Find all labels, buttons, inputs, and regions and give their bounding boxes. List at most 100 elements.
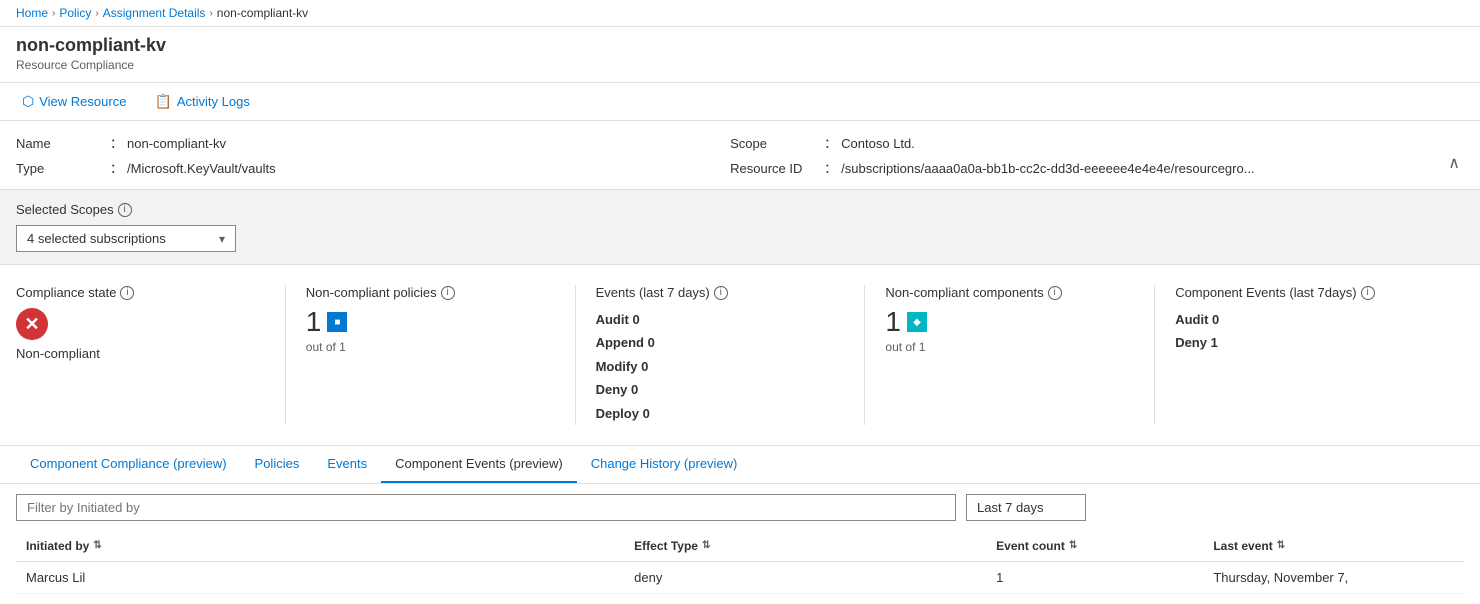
breadcrumb-policy[interactable]: Policy bbox=[59, 6, 91, 20]
events-deny-value: 0 bbox=[631, 382, 638, 397]
stat-events: Events (last 7 days) i Audit 0 Append 0 … bbox=[596, 285, 866, 425]
activity-logs-icon: 📋 bbox=[154, 93, 171, 110]
component-events-list: Audit 0 Deny 1 bbox=[1175, 308, 1424, 355]
compliance-state-label-text: Compliance state bbox=[16, 285, 116, 300]
non-compliant-policies-label: Non-compliant policies i bbox=[306, 285, 555, 300]
table-section: Last 7 days Initiated by ⇅ Effect Type ⇅ bbox=[0, 484, 1480, 594]
stat-component-events: Component Events (last 7days) i Audit 0 … bbox=[1175, 285, 1444, 425]
component-events-audit-row: Audit 0 bbox=[1175, 308, 1424, 331]
events-append-label: Append bbox=[596, 335, 644, 350]
events-append-row: Append 0 bbox=[596, 331, 845, 354]
tab-events[interactable]: Events bbox=[313, 446, 381, 483]
page-header: non-compliant-kv Resource Compliance bbox=[0, 27, 1480, 83]
chevron-down-icon: ▾ bbox=[219, 232, 225, 246]
filter-input[interactable] bbox=[16, 494, 956, 521]
non-compliant-components-value: 1 ◆ bbox=[885, 308, 1134, 336]
sort-icon-effect: ⇅ bbox=[702, 540, 710, 551]
info-type-row: Type ： /Microsoft.KeyVault/vaults bbox=[16, 158, 690, 177]
info-type-label: Type bbox=[16, 161, 106, 176]
non-compliant-policies-info-icon[interactable]: i bbox=[441, 286, 455, 300]
info-name-row: Name ： non-compliant-kv bbox=[16, 133, 690, 152]
info-scope-label: Scope bbox=[730, 136, 820, 151]
non-compliant-policies-value: 1 ■ bbox=[306, 308, 555, 336]
non-compliant-policies-sub: out of 1 bbox=[306, 340, 555, 354]
page-subtitle: Resource Compliance bbox=[16, 58, 1464, 72]
component-events-deny-row: Deny 1 bbox=[1175, 331, 1424, 354]
compliance-state-info-icon[interactable]: i bbox=[120, 286, 134, 300]
scopes-dropdown[interactable]: 4 selected subscriptions ▾ bbox=[16, 225, 236, 252]
events-deploy-value: 0 bbox=[643, 406, 650, 421]
col-header-count[interactable]: Event count ⇅ bbox=[986, 531, 1203, 562]
view-resource-button[interactable]: ⬡ View Resource bbox=[16, 89, 132, 114]
breadcrumb-sep-2: › bbox=[95, 8, 98, 19]
cell-effect: deny bbox=[624, 561, 986, 593]
breadcrumb-home[interactable]: Home bbox=[16, 6, 48, 20]
sort-icon-last: ⇅ bbox=[1277, 540, 1285, 551]
events-label-text: Events (last 7 days) bbox=[596, 285, 710, 300]
info-resource-id-row: Resource ID ： /subscriptions/aaaa0a0a-bb… bbox=[730, 158, 1404, 177]
events-deploy-label: Deploy bbox=[596, 406, 639, 421]
table-row[interactable]: Marcus Lil deny 1 Thursday, November 7, bbox=[16, 561, 1464, 593]
stat-non-compliant-policies: Non-compliant policies i 1 ■ out of 1 bbox=[306, 285, 576, 425]
tab-component-events[interactable]: Component Events (preview) bbox=[381, 446, 577, 483]
tabs: Component Compliance (preview) Policies … bbox=[0, 446, 1480, 484]
component-events-audit-value: 0 bbox=[1212, 312, 1219, 327]
breadcrumb-sep-3: › bbox=[209, 8, 212, 19]
stats-section: Compliance state i ✕ Non-compliant Non-c… bbox=[0, 265, 1480, 446]
info-sep-4: ： bbox=[824, 158, 837, 177]
info-sep-3: ： bbox=[824, 133, 837, 152]
collapse-button[interactable]: ∧ bbox=[1444, 149, 1464, 177]
policy-icon: ■ bbox=[327, 312, 347, 332]
col-header-last[interactable]: Last event ⇅ bbox=[1203, 531, 1464, 562]
date-filter[interactable]: Last 7 days bbox=[966, 494, 1086, 521]
sort-icon-initiated: ⇅ bbox=[93, 540, 101, 551]
activity-logs-button[interactable]: 📋 Activity Logs bbox=[148, 89, 255, 114]
col-header-effect[interactable]: Effect Type ⇅ bbox=[624, 531, 986, 562]
non-compliant-components-info-icon[interactable]: i bbox=[1048, 286, 1062, 300]
info-section: Name ： non-compliant-kv Type ： /Microsof… bbox=[0, 121, 1480, 190]
info-scope-row: Scope ： Contoso Ltd. bbox=[730, 133, 1404, 152]
non-compliant-components-number: 1 bbox=[885, 308, 901, 336]
scopes-label: Selected Scopes i bbox=[16, 202, 1464, 217]
non-compliant-components-label: Non-compliant components i bbox=[885, 285, 1134, 300]
events-audit-value: 0 bbox=[632, 312, 639, 327]
cell-last: Thursday, November 7, bbox=[1203, 561, 1464, 593]
page-title: non-compliant-kv bbox=[16, 35, 1464, 56]
scopes-section: Selected Scopes i 4 selected subscriptio… bbox=[0, 190, 1480, 265]
events-modify-label: Modify bbox=[596, 359, 638, 374]
scopes-info-icon[interactable]: i bbox=[118, 203, 132, 217]
info-type-value: /Microsoft.KeyVault/vaults bbox=[127, 161, 276, 176]
breadcrumb-current: non-compliant-kv bbox=[217, 6, 308, 20]
view-resource-icon: ⬡ bbox=[22, 93, 34, 110]
col-header-initiated[interactable]: Initiated by ⇅ bbox=[16, 531, 624, 562]
breadcrumb: Home › Policy › Assignment Details › non… bbox=[0, 0, 1480, 27]
events-audit-label: Audit bbox=[596, 312, 629, 327]
info-scope-value: Contoso Ltd. bbox=[841, 136, 915, 151]
breadcrumb-assignment-details[interactable]: Assignment Details bbox=[103, 6, 206, 20]
events-append-value: 0 bbox=[648, 335, 655, 350]
component-icon: ◆ bbox=[907, 312, 927, 332]
events-modify-row: Modify 0 bbox=[596, 355, 845, 378]
tab-policies[interactable]: Policies bbox=[241, 446, 314, 483]
info-right: Scope ： Contoso Ltd. Resource ID ： /subs… bbox=[730, 133, 1404, 177]
info-name-value: non-compliant-kv bbox=[127, 136, 226, 151]
events-table: Initiated by ⇅ Effect Type ⇅ Event count… bbox=[16, 531, 1464, 594]
cell-count: 1 bbox=[986, 561, 1203, 593]
component-events-info-icon[interactable]: i bbox=[1361, 286, 1375, 300]
toolbar: ⬡ View Resource 📋 Activity Logs bbox=[0, 83, 1480, 121]
component-events-label-text: Component Events (last 7days) bbox=[1175, 285, 1356, 300]
sort-icon-count: ⇅ bbox=[1069, 540, 1077, 551]
view-resource-label: View Resource bbox=[39, 94, 126, 109]
tab-component-compliance[interactable]: Component Compliance (preview) bbox=[16, 446, 241, 483]
component-events-audit-label: Audit bbox=[1175, 312, 1208, 327]
non-compliant-policies-label-text: Non-compliant policies bbox=[306, 285, 437, 300]
events-deny-row: Deny 0 bbox=[596, 378, 845, 401]
non-compliant-policies-number: 1 bbox=[306, 308, 322, 336]
non-compliant-icon: ✕ bbox=[16, 308, 48, 340]
non-compliant-components-sub: out of 1 bbox=[885, 340, 1134, 354]
component-events-deny-label: Deny bbox=[1175, 335, 1207, 350]
events-info-icon[interactable]: i bbox=[714, 286, 728, 300]
info-name-label: Name bbox=[16, 136, 106, 151]
tab-change-history[interactable]: Change History (preview) bbox=[577, 446, 752, 483]
info-sep-2: ： bbox=[110, 158, 123, 177]
